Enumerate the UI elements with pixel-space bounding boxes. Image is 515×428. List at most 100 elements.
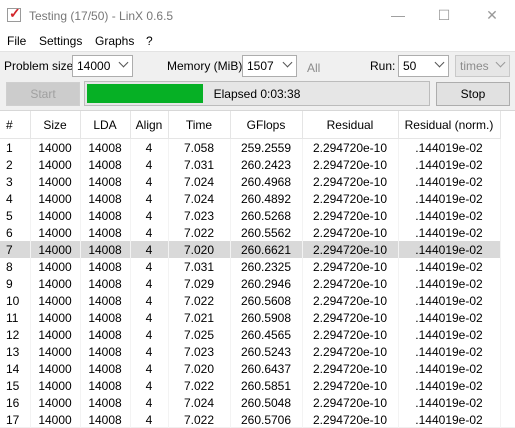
cell-residual-norm: .144019e-02 (398, 138, 501, 156)
table-row[interactable]: 17 14000 14008 4 7.022 260.5706 2.294720e-10.1… (0, 411, 501, 428)
cell-index: 8 (0, 258, 31, 275)
stop-button[interactable]: Stop (436, 82, 510, 106)
column-header-time[interactable]: Time (168, 111, 231, 139)
cell-align: 4 (130, 241, 169, 258)
table-row[interactable]: 14 14000 14008 4 7.020 260.6437 2.294720e-10.1… (0, 360, 501, 377)
cell-align: 4 (130, 343, 169, 360)
cell-size: 14000 (30, 138, 81, 156)
cell-gflops: 260.5243 (230, 343, 303, 360)
memory-select[interactable]: 1507 (242, 55, 297, 77)
cell-size: 14000 (30, 309, 81, 326)
cell-gflops: 260.5048 (230, 394, 303, 411)
cell-lda: 14008 (80, 190, 131, 207)
cell-time: 7.031 (168, 258, 231, 275)
table-row[interactable]: 6 14000 14008 4 7.022 260.5562 2.294720e-10.14… (0, 224, 501, 241)
elapsed-time: Elapsed 0:03:38 (213, 87, 301, 101)
table-row[interactable]: 2 14000 14008 4 7.031 260.2423 2.294720e-10.14… (0, 156, 501, 173)
column-header-lda[interactable]: LDA (80, 111, 131, 139)
chevron-down-icon (282, 57, 293, 68)
table-row[interactable]: 11 14000 14008 4 7.021 260.5908 2.294720e-10.1… (0, 309, 501, 326)
run-count-select[interactable]: 50 (398, 55, 449, 77)
cell-gflops: 260.2423 (230, 156, 303, 173)
column-header-align[interactable]: Align (130, 111, 169, 139)
cell-lda: 14008 (80, 394, 131, 411)
cell-size: 14000 (30, 411, 81, 428)
column-header-residual[interactable]: Residual (302, 111, 399, 139)
cell-residual-norm: .144019e-02 (398, 173, 501, 190)
cell-residual-norm: .144019e-02 (398, 411, 501, 428)
cell-lda: 14008 (80, 258, 131, 275)
menu-bar: File Settings Graphs ? (0, 31, 515, 52)
menu-file[interactable]: File (7, 34, 26, 48)
maximize-button[interactable]: ☐ (421, 0, 467, 31)
table-row[interactable]: 16 14000 14008 4 7.024 260.5048 2.294720e-10.1… (0, 394, 501, 411)
cell-size: 14000 (30, 156, 81, 173)
cell-residual-norm: .144019e-02 (398, 224, 501, 241)
cell-residual: 2.294720e-10 (302, 394, 399, 411)
cell-time: 7.029 (168, 275, 231, 292)
run-unit-value: times (460, 59, 489, 73)
start-button[interactable]: Start (6, 82, 80, 106)
cell-time: 7.025 (168, 326, 231, 343)
table-row[interactable]: 7 14000 14008 4 7.020 260.6621 2.294720e-10.14… (0, 241, 501, 258)
results-table: # Size LDA Align Time GFlops Residual Re… (0, 110, 515, 428)
cell-size: 14000 (30, 207, 81, 224)
cell-residual-norm: .144019e-02 (398, 394, 501, 411)
menu-help[interactable]: ? (146, 34, 153, 48)
cell-align: 4 (130, 207, 169, 224)
cell-gflops: 260.5562 (230, 224, 303, 241)
column-header-residual-norm[interactable]: Residual (norm.) (398, 111, 501, 139)
cell-residual: 2.294720e-10 (302, 326, 399, 343)
minimize-button[interactable]: — (375, 0, 421, 31)
run-unit-select[interactable]: times (455, 55, 510, 77)
cell-align: 4 (130, 190, 169, 207)
cell-index: 2 (0, 156, 31, 173)
cell-time: 7.022 (168, 411, 231, 428)
problem-size-label: Problem size: (4, 59, 77, 73)
cell-residual: 2.294720e-10 (302, 360, 399, 377)
cell-align: 4 (130, 326, 169, 343)
problem-size-select[interactable]: 14000 (72, 55, 133, 77)
cell-lda: 14008 (80, 343, 131, 360)
column-header-gflops[interactable]: GFlops (230, 111, 303, 139)
cell-time: 7.023 (168, 207, 231, 224)
cell-size: 14000 (30, 190, 81, 207)
cell-time: 7.031 (168, 156, 231, 173)
cell-residual: 2.294720e-10 (302, 207, 399, 224)
close-button[interactable]: ✕ (469, 0, 515, 31)
cell-align: 4 (130, 411, 169, 428)
all-memory-option[interactable]: All (307, 61, 320, 75)
cell-residual: 2.294720e-10 (302, 275, 399, 292)
table-row[interactable]: 5 14000 14008 4 7.023 260.5268 2.294720e-10.14… (0, 207, 501, 224)
table-row[interactable]: 15 14000 14008 4 7.022 260.5851 2.294720e-10.1… (0, 377, 501, 394)
table-row[interactable]: 8 14000 14008 4 7.031 260.2325 2.294720e-10.14… (0, 258, 501, 275)
cell-size: 14000 (30, 275, 81, 292)
table-row[interactable]: 13 14000 14008 4 7.023 260.5243 2.294720e-10.1… (0, 343, 501, 360)
cell-residual: 2.294720e-10 (302, 156, 399, 173)
cell-residual: 2.294720e-10 (302, 258, 399, 275)
table-row[interactable]: 10 14000 14008 4 7.022 260.5608 2.294720e-10.1… (0, 292, 501, 309)
cell-gflops: 260.4892 (230, 190, 303, 207)
cell-residual: 2.294720e-10 (302, 173, 399, 190)
menu-settings[interactable]: Settings (39, 34, 82, 48)
cell-index: 16 (0, 394, 31, 411)
cell-residual: 2.294720e-10 (302, 309, 399, 326)
table-row[interactable]: 4 14000 14008 4 7.024 260.4892 2.294720e-10.14… (0, 190, 501, 207)
cell-residual-norm: .144019e-02 (398, 343, 501, 360)
run-label: Run: (370, 59, 396, 73)
cell-residual: 2.294720e-10 (302, 138, 399, 156)
column-header-size[interactable]: Size (30, 111, 81, 139)
cell-lda: 14008 (80, 292, 131, 309)
cell-gflops: 260.5268 (230, 207, 303, 224)
table-row[interactable]: 1 14000 14008 4 7.058 259.2559 2.294720e-10.14… (0, 138, 501, 156)
memory-value: 1507 (247, 59, 274, 73)
menu-graphs[interactable]: Graphs (95, 34, 134, 48)
cell-residual: 2.294720e-10 (302, 224, 399, 241)
cell-index: 3 (0, 173, 31, 190)
table-row[interactable]: 12 14000 14008 4 7.025 260.4565 2.294720e-10.1… (0, 326, 501, 343)
table-row[interactable]: 3 14000 14008 4 7.024 260.4968 2.294720e-10.14… (0, 173, 501, 190)
cell-lda: 14008 (80, 309, 131, 326)
cell-residual: 2.294720e-10 (302, 241, 399, 258)
column-header-index[interactable]: # (0, 111, 31, 139)
table-row[interactable]: 9 14000 14008 4 7.029 260.2946 2.294720e-10.14… (0, 275, 501, 292)
